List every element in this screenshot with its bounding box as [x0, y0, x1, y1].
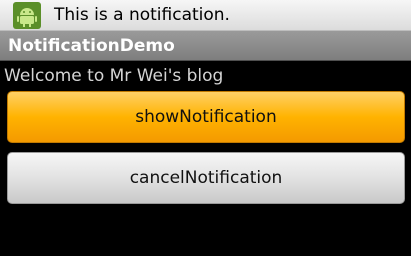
title-bar: NotificationDemo: [0, 31, 411, 61]
notification-text: This is a notification.: [54, 5, 230, 25]
app-title: NotificationDemo: [8, 36, 175, 56]
show-notification-label: showNotification: [135, 107, 277, 127]
welcome-text: Welcome to Mr Wei's blog: [4, 66, 224, 86]
status-bar[interactable]: This is a notification.: [0, 0, 411, 31]
show-notification-button[interactable]: showNotification: [7, 91, 405, 143]
android-robot-icon: [13, 2, 41, 29]
cancel-notification-button[interactable]: cancelNotification: [7, 152, 405, 204]
app-screen: This is a notification. NotificationDemo…: [0, 0, 411, 256]
cancel-notification-label: cancelNotification: [129, 168, 283, 188]
